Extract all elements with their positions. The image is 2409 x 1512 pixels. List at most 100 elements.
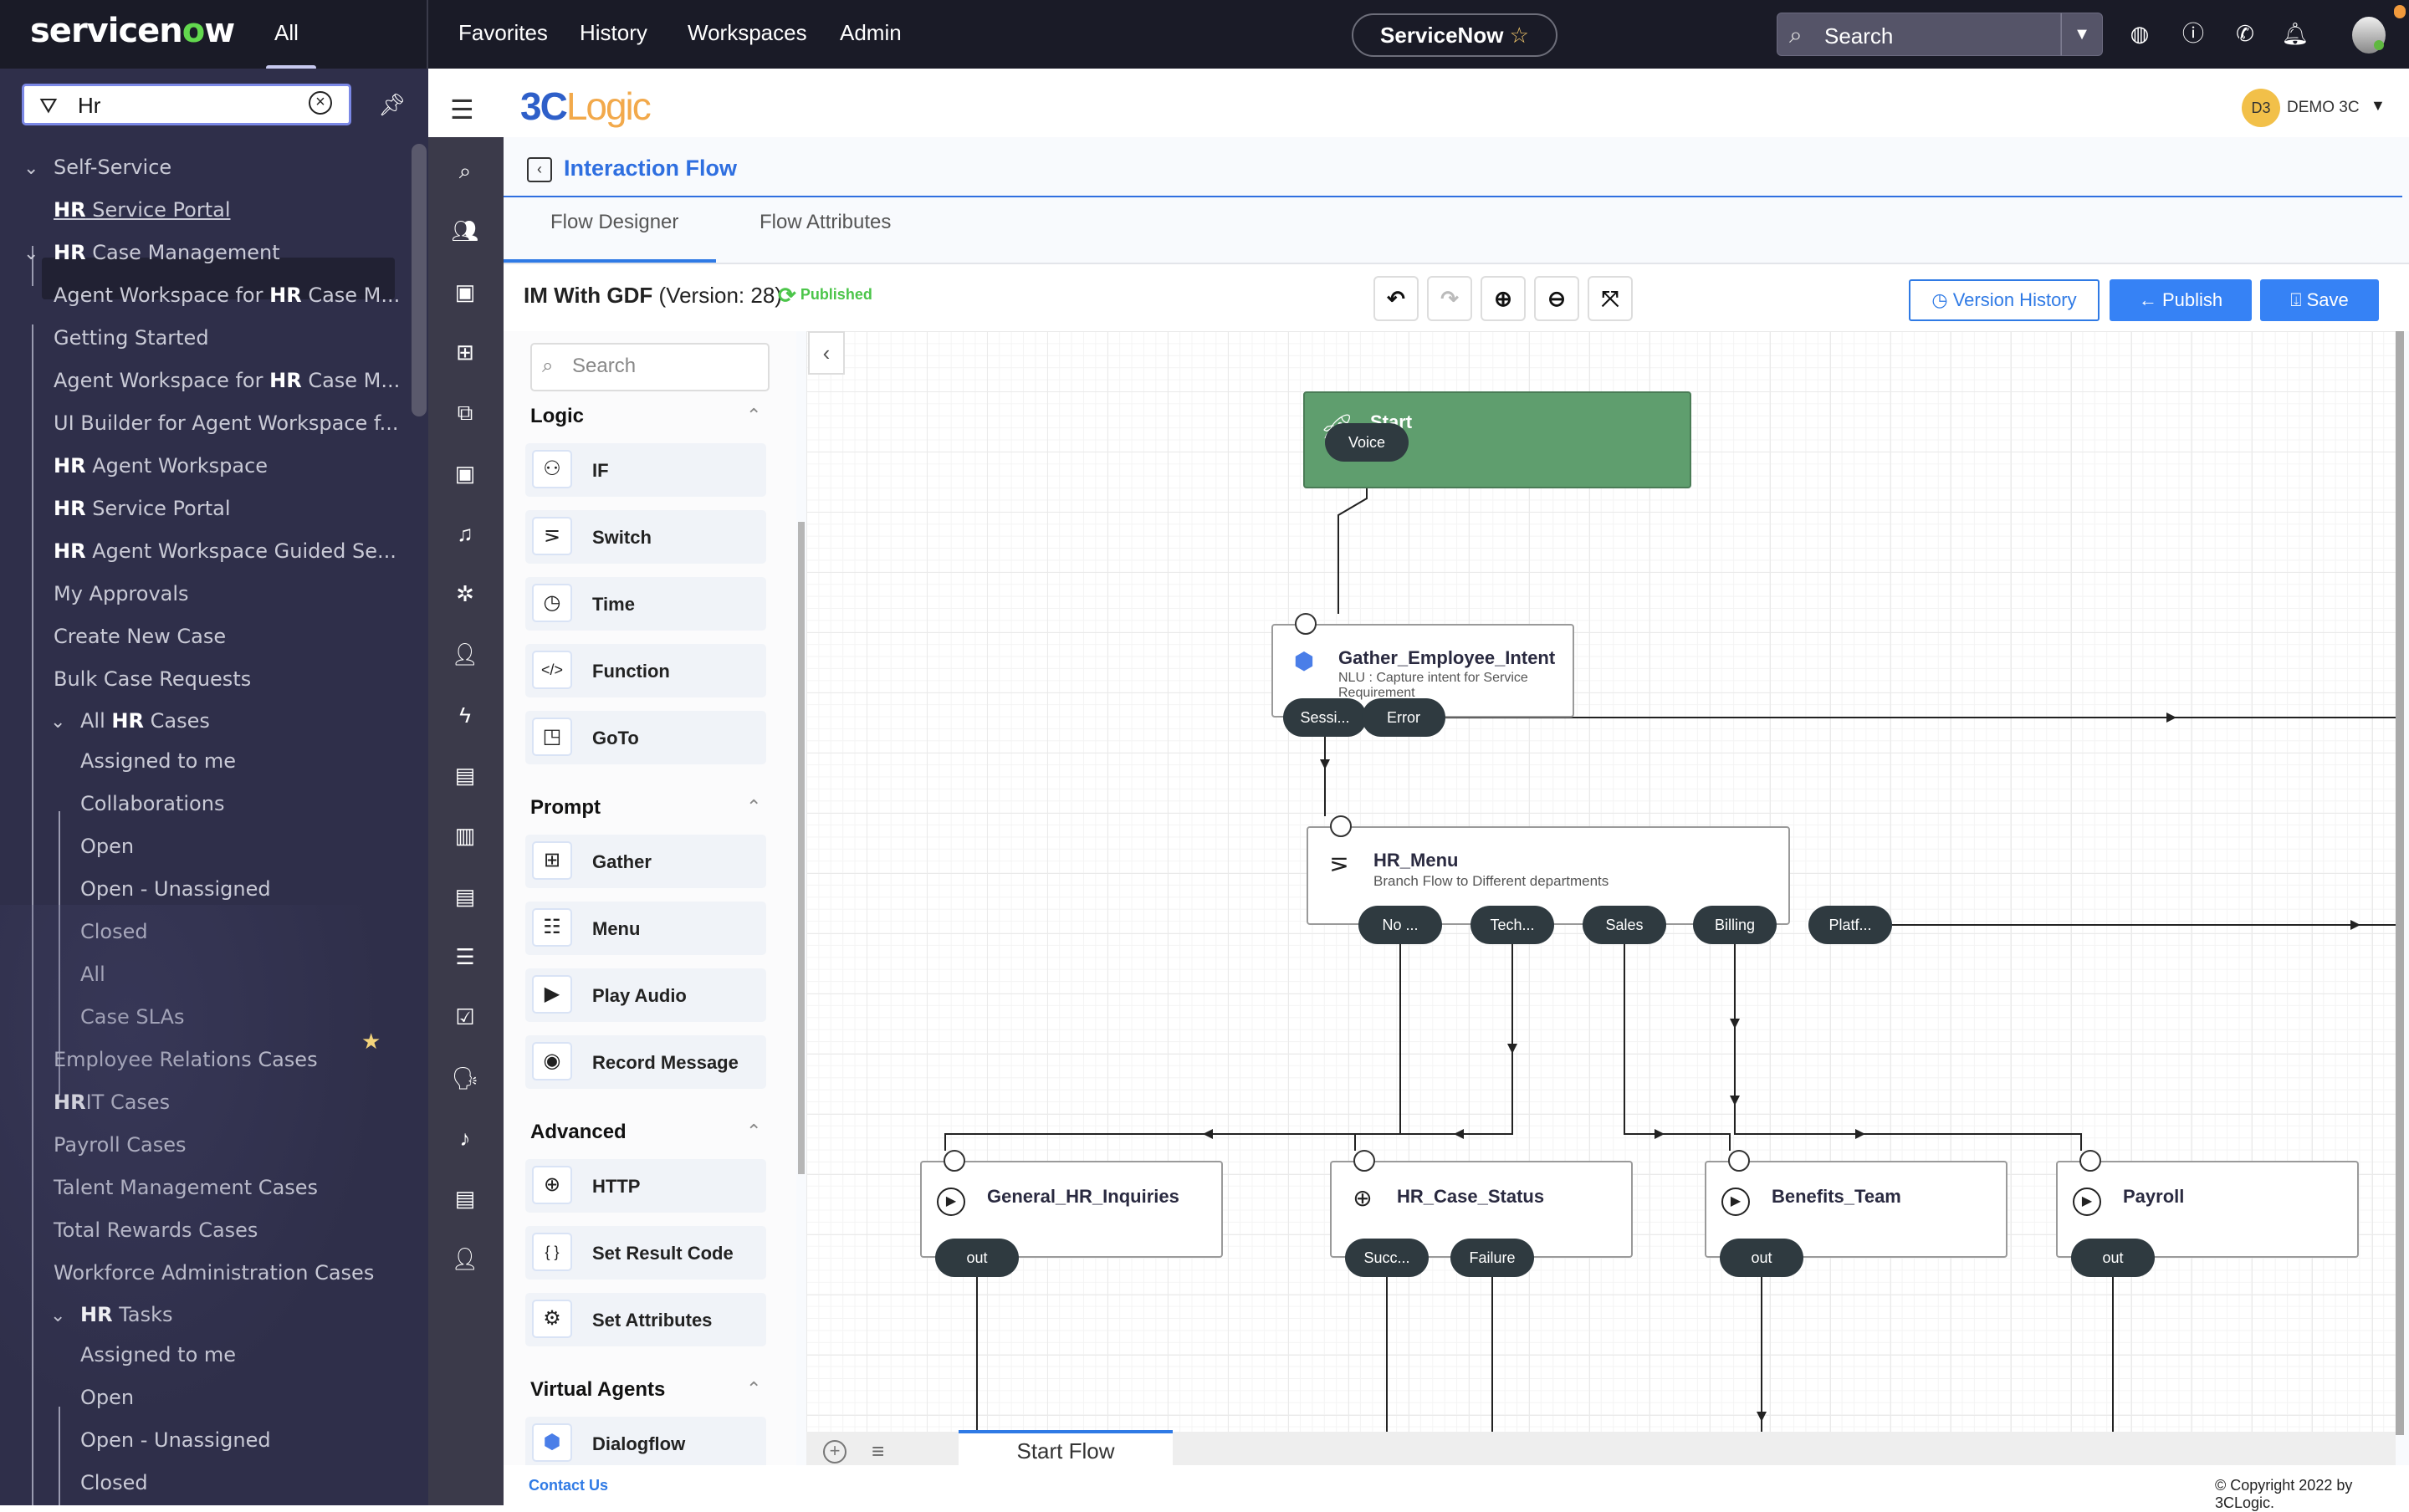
playlist-icon[interactable]: ♪ xyxy=(448,1121,482,1155)
user-name[interactable]: DEMO 3C xyxy=(2287,99,2360,117)
publish-button[interactable]: ← Publish xyxy=(2110,279,2252,321)
palette-search[interactable]: ⌕ xyxy=(530,343,770,391)
nav-item[interactable]: My Approvals xyxy=(54,582,189,605)
palette-item[interactable]: ◷ Time xyxy=(525,577,766,631)
copy-icon[interactable]: ⧉ xyxy=(448,396,482,429)
add-flow-button[interactable]: + xyxy=(823,1440,846,1463)
input-port[interactable] xyxy=(1330,815,1352,837)
search-scope-dropdown[interactable]: ▼ xyxy=(2061,13,2103,56)
nav-item[interactable]: HR Agent Workspace xyxy=(54,454,268,478)
navigator-filter-input[interactable]: ⛛ Hr × xyxy=(22,84,351,125)
nav-item[interactable]: Workforce Administration Cases xyxy=(54,1261,374,1285)
caret-down-icon[interactable]: ▼ xyxy=(2371,97,2386,115)
servicenow-logo[interactable]: servicenow xyxy=(30,12,235,50)
chevron-down-icon[interactable]: ⌄ xyxy=(50,1305,65,1326)
chevron-up-icon[interactable]: ⌃ xyxy=(746,796,761,818)
zoom-out-button[interactable]: ⊖ xyxy=(1534,276,1579,321)
chevron-up-icon[interactable]: ⌃ xyxy=(746,405,761,427)
input-port[interactable] xyxy=(944,1150,965,1172)
search-icon[interactable]: ⌕ xyxy=(448,154,482,187)
input-port[interactable] xyxy=(1353,1150,1375,1172)
nav-item[interactable]: HR Agent Workspace Guided Se... xyxy=(54,539,396,563)
palette-item[interactable]: ◉ Record Message xyxy=(525,1035,766,1089)
nav-item[interactable]: Assigned to me xyxy=(80,749,236,773)
id-card-icon[interactable]: ▤ xyxy=(448,759,482,792)
palette-item[interactable]: ▶ Play Audio xyxy=(525,968,766,1022)
checkbox-icon[interactable]: ☑ xyxy=(448,1000,482,1034)
contact-us-link[interactable]: Contact Us xyxy=(529,1477,608,1494)
nav-item[interactable]: Open xyxy=(80,1386,134,1409)
palette-item[interactable]: { } Set Result Code xyxy=(525,1226,766,1280)
redo-button[interactable]: ↷ xyxy=(1427,276,1472,321)
favorite-star-icon[interactable]: ★ xyxy=(361,1029,381,1055)
navigator-scrollbar[interactable] xyxy=(412,144,427,416)
tab-flow-attributes[interactable]: Flow Attributes xyxy=(760,211,891,234)
save-button[interactable]: ⍗ Save xyxy=(2260,279,2379,321)
id-card-icon[interactable]: ▤ xyxy=(448,1182,482,1215)
instance-pill[interactable]: ServiceNow ☆ xyxy=(1352,13,1557,57)
nav-item[interactable]: Open - Unassigned xyxy=(80,877,271,901)
voice-user-icon[interactable]: 🗣︎ xyxy=(448,1061,482,1095)
chevron-down-icon[interactable]: ⌄ xyxy=(23,243,38,264)
nav-item[interactable]: HR Service Portal xyxy=(54,497,231,520)
nav-item[interactable]: HR Tasks xyxy=(80,1303,173,1326)
output-port[interactable]: out xyxy=(1720,1239,1803,1277)
palette-item[interactable]: ⋝ Switch xyxy=(525,510,766,564)
palette-item[interactable]: ☷ Menu xyxy=(525,902,766,955)
output-port[interactable]: Error xyxy=(1362,698,1445,737)
output-port[interactable]: Sales xyxy=(1583,906,1666,944)
nav-item[interactable]: Getting Started xyxy=(54,326,209,350)
nav-history[interactable]: History xyxy=(580,20,647,46)
output-port[interactable]: out xyxy=(2071,1239,2155,1277)
nav-item[interactable]: Self-Service xyxy=(54,156,171,179)
nav-item[interactable]: Bulk Case Requests xyxy=(54,667,251,691)
input-port[interactable] xyxy=(2079,1150,2101,1172)
user-initials-badge[interactable]: D3 xyxy=(2242,89,2280,127)
palette-item[interactable]: ⊕ HTTP xyxy=(525,1159,766,1213)
palette-item[interactable]: ⚇ IF xyxy=(525,443,766,497)
palette-item[interactable]: ⬢ Dialogflow xyxy=(525,1417,766,1465)
tab-flow-designer[interactable]: Flow Designer xyxy=(550,211,678,234)
connector[interactable] xyxy=(1354,944,1513,1151)
star-icon[interactable]: ☆ xyxy=(1510,23,1529,48)
globe-icon[interactable]: ◍ xyxy=(2125,18,2155,49)
fit-screen-button[interactable]: ⤧ xyxy=(1588,276,1633,321)
lightning-icon[interactable]: ϟ xyxy=(448,698,482,732)
contact-card-icon[interactable]: ▣ xyxy=(448,457,482,490)
nav-item[interactable]: Case SLAs xyxy=(80,1005,184,1029)
nav-item[interactable]: Assigned to me xyxy=(80,1343,236,1366)
nav-favorites[interactable]: Favorites xyxy=(458,20,548,46)
nav-item[interactable]: Create New Case xyxy=(54,625,226,648)
connector[interactable] xyxy=(1624,944,1731,1151)
nav-item[interactable]: All HR Cases xyxy=(80,709,210,733)
nav-item[interactable]: Closed xyxy=(80,1471,148,1494)
input-port[interactable] xyxy=(1295,613,1317,635)
output-port[interactable]: Billing xyxy=(1693,906,1777,944)
chevron-down-icon[interactable]: ⌄ xyxy=(50,711,65,733)
id-card-icon[interactable]: ▥ xyxy=(448,819,482,852)
phone-icon[interactable]: ✆ xyxy=(2230,18,2260,49)
palette-item[interactable]: ⚙ Set Attributes xyxy=(525,1293,766,1346)
users-icon[interactable]: 👥︎ xyxy=(448,214,482,248)
output-port[interactable]: out xyxy=(935,1239,1019,1277)
clear-filter-icon[interactable]: × xyxy=(309,91,332,115)
nav-item[interactable]: Closed xyxy=(80,920,148,943)
nav-item[interactable]: Employee Relations Cases xyxy=(54,1048,318,1071)
input-port[interactable] xyxy=(1728,1150,1750,1172)
palette-search-input[interactable] xyxy=(572,355,756,378)
output-port[interactable]: No ... xyxy=(1358,906,1442,944)
output-port[interactable]: Sessi... xyxy=(1283,698,1367,737)
output-port-voice[interactable]: Voice xyxy=(1325,423,1409,462)
chevron-up-icon[interactable]: ⌃ xyxy=(746,1378,761,1400)
nav-item[interactable]: HR Case Management xyxy=(54,241,280,264)
hierarchy-icon[interactable]: ⊞ xyxy=(448,335,482,369)
nav-item[interactable]: Collaborations xyxy=(80,792,224,815)
back-button[interactable]: ‹ xyxy=(527,157,552,182)
list-check-icon[interactable]: ☰ xyxy=(448,940,482,973)
flow-list-icon[interactable]: ≡ xyxy=(872,1438,884,1464)
connector[interactable] xyxy=(944,944,1401,1151)
palette-item[interactable]: </> Function xyxy=(525,644,766,697)
version-history-button[interactable]: ◷ Version History xyxy=(1909,279,2100,321)
chevron-down-icon[interactable]: ⌄ xyxy=(23,157,38,179)
pin-icon[interactable]: 📌︎ xyxy=(378,92,406,118)
